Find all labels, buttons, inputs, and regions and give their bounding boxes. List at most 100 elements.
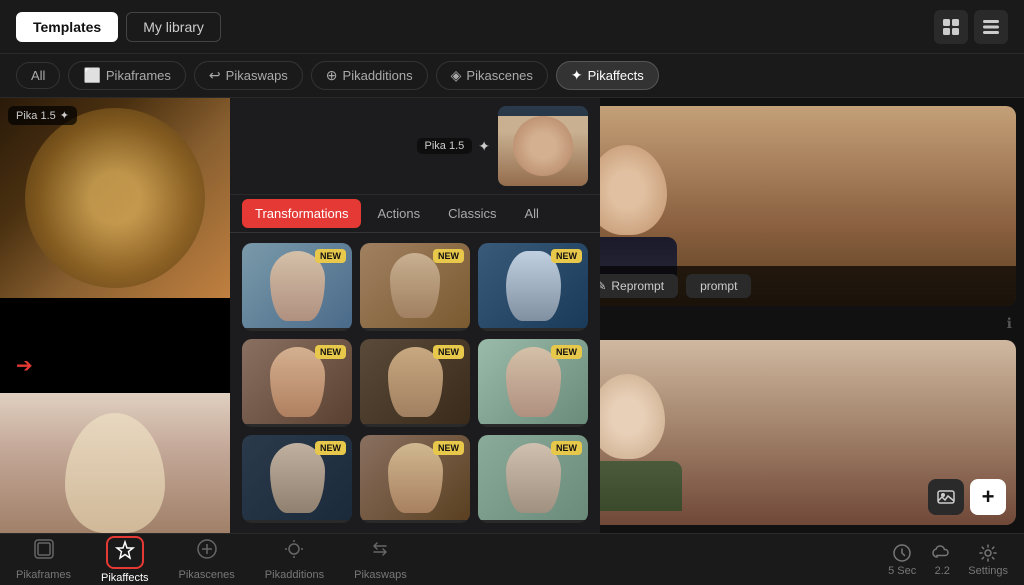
transform-item-fairytale-me[interactable]: NEW Fairytale Me xyxy=(360,339,470,427)
popup-tabs: Transformations Actions Classics All xyxy=(230,195,600,233)
filter-pikascenes[interactable]: ◈ Pikascenes xyxy=(436,61,548,90)
filter-pikaffects[interactable]: ✦ Pikaffects xyxy=(556,61,659,90)
image-upload-button[interactable] xyxy=(928,479,964,515)
filter-pikadditions[interactable]: ⊕ Pikadditions xyxy=(311,61,428,90)
left-promo-card: Pika 1.5 ✦ INTRODUCING PIKAFRAMES Get st… xyxy=(0,98,230,533)
baby-me-new-badge: NEW xyxy=(433,249,464,263)
baby-me-label: Baby Me xyxy=(360,328,470,331)
transform-item-princess-me[interactable]: NEW Princess Me xyxy=(478,339,588,427)
filter-pikaswaps-label: Pikaswaps xyxy=(226,68,288,83)
top-bar: Templates My library xyxy=(0,0,1024,54)
pikascenes-nav-icon xyxy=(196,538,218,566)
transform-item-mona-me[interactable]: NEW Mona Me xyxy=(360,435,470,523)
person-top-preview xyxy=(498,116,588,186)
pikaswaps-icon: ↩ xyxy=(209,67,221,84)
filter-pikaffects-label: Pikaffects xyxy=(588,68,644,83)
transform-item-vip-me[interactable]: NEW VIP Me xyxy=(242,435,352,523)
bottom-card-actions: + xyxy=(928,479,1006,515)
pikaswaps-nav-icon xyxy=(369,538,391,566)
prompt-button[interactable]: prompt xyxy=(686,274,751,298)
filter-pikaframes[interactable]: ⬜ Pikaframes xyxy=(68,61,185,90)
transform-item-baby-me[interactable]: NEW Baby Me xyxy=(360,243,470,331)
vip-me-label: VIP Me xyxy=(242,520,352,523)
nav-pikaswaps-label: Pikaswaps xyxy=(354,569,407,581)
nav-pikadditions-label: Pikadditions xyxy=(265,569,324,581)
pika-version-badge: Pika 1.5 ✦ xyxy=(8,106,77,125)
pikadditions-icon xyxy=(283,538,305,560)
nav-pikascenes-label: Pikascenes xyxy=(179,569,235,581)
nav-pikadditions[interactable]: Pikadditions xyxy=(265,538,324,581)
reprompt-label: Reprompt xyxy=(611,279,664,293)
image-icon xyxy=(937,488,955,506)
tab-all[interactable]: All xyxy=(512,200,550,227)
popup-panel: Pika 1.5 ✦ Transformations Actions Class… xyxy=(230,98,600,533)
pikaffects-icon xyxy=(114,540,136,562)
promo-image xyxy=(0,98,230,298)
transform-item-puppy-me[interactable]: NEW Puppy Me xyxy=(478,243,588,331)
settings-icon xyxy=(978,543,998,563)
person-preview-image xyxy=(0,393,230,533)
list-view-button[interactable] xyxy=(974,10,1008,44)
nav-pikaswaps[interactable]: Pikaswaps xyxy=(354,538,407,581)
grid-icon xyxy=(942,18,960,36)
settings-label: Settings xyxy=(968,565,1008,577)
princess-me-label: Princess Me xyxy=(478,424,588,427)
tab-templates[interactable]: Templates xyxy=(16,12,118,42)
cloud-icon xyxy=(932,543,952,563)
transform-item-mrs-me[interactable]: NEW Mrs. Me xyxy=(242,243,352,331)
mona-me-label: Mona Me xyxy=(360,520,470,523)
face-circle xyxy=(513,116,573,176)
nav-version[interactable]: 2.2 xyxy=(932,543,952,577)
duration-label: 5 Sec xyxy=(888,565,916,577)
filter-pikascenes-label: Pikascenes xyxy=(466,68,532,83)
add-button[interactable]: + xyxy=(970,479,1006,515)
main-content: Pika 1.5 ✦ INTRODUCING PIKAFRAMES Get st… xyxy=(0,98,1024,533)
pikascenes-icon xyxy=(196,538,218,560)
tab-classics[interactable]: Classics xyxy=(436,200,508,227)
nav-pikaffects[interactable]: Pikaffects xyxy=(101,536,149,584)
sparkle-icon: ✦ xyxy=(60,109,69,122)
museum-me-new-badge: NEW xyxy=(551,441,582,455)
list-icon xyxy=(982,18,1000,36)
bottom-nav-left: Pikaframes Pikaffects Pikascenes xyxy=(16,536,407,584)
fairytale-me-label: Fairytale Me xyxy=(360,424,470,427)
baby-me-figure xyxy=(390,253,440,318)
pikaswaps-icon xyxy=(369,538,391,560)
classy-me-new-badge: NEW xyxy=(315,345,346,359)
tab-my-library[interactable]: My library xyxy=(126,12,221,42)
transform-item-museum-me[interactable]: NEW Museum Me xyxy=(478,435,588,523)
nav-pikaframes-label: Pikaframes xyxy=(16,569,71,581)
transformation-grid: NEW Mrs. Me NEW Baby Me NEW Puppy Me xyxy=(230,233,600,533)
filter-all[interactable]: All xyxy=(16,62,60,89)
pikaframes-icon: ⬜ xyxy=(83,67,100,84)
version-label: 2.2 xyxy=(935,565,950,577)
pikaffects-nav-icon xyxy=(106,536,144,569)
filter-pikaswaps[interactable]: ↩ Pikaswaps xyxy=(194,61,303,90)
grid-view-button[interactable] xyxy=(934,10,968,44)
hero-info-icon: ℹ xyxy=(1007,315,1012,332)
vip-me-new-badge: NEW xyxy=(315,441,346,455)
tab-actions[interactable]: Actions xyxy=(365,200,432,227)
nav-pikascenes[interactable]: Pikascenes xyxy=(179,538,235,581)
prompt-label: prompt xyxy=(700,279,737,293)
woman-head xyxy=(590,374,665,459)
popup-pika-label: Pika 1.5 xyxy=(417,138,473,154)
popup-sparkle-icon: ✦ xyxy=(478,138,490,155)
classy-me-label: Classy Me xyxy=(242,424,352,427)
view-toggle xyxy=(934,10,1008,44)
pikaframes-icon xyxy=(33,538,55,560)
nav-settings[interactable]: Settings xyxy=(968,543,1008,577)
filter-bar: All ⬜ Pikaframes ↩ Pikaswaps ⊕ Pikadditi… xyxy=(0,54,1024,98)
puppy-me-label: Puppy Me xyxy=(478,328,588,331)
popup-top-row: Pika 1.5 ✦ xyxy=(230,98,600,195)
bottom-preview xyxy=(0,393,230,533)
transform-item-classy-me[interactable]: NEW Classy Me xyxy=(242,339,352,427)
bottom-nav: Pikaframes Pikaffects Pikascenes xyxy=(0,533,1024,585)
puppy-me-new-badge: NEW xyxy=(551,249,582,263)
popup-top-image xyxy=(498,106,588,186)
nav-duration[interactable]: 5 Sec xyxy=(888,543,916,577)
pikadditions-icon: ⊕ xyxy=(326,67,338,84)
nav-pikaffects-label: Pikaffects xyxy=(101,572,149,584)
tab-transformations[interactable]: Transformations xyxy=(242,199,361,228)
nav-pikaframes[interactable]: Pikaframes xyxy=(16,538,71,581)
